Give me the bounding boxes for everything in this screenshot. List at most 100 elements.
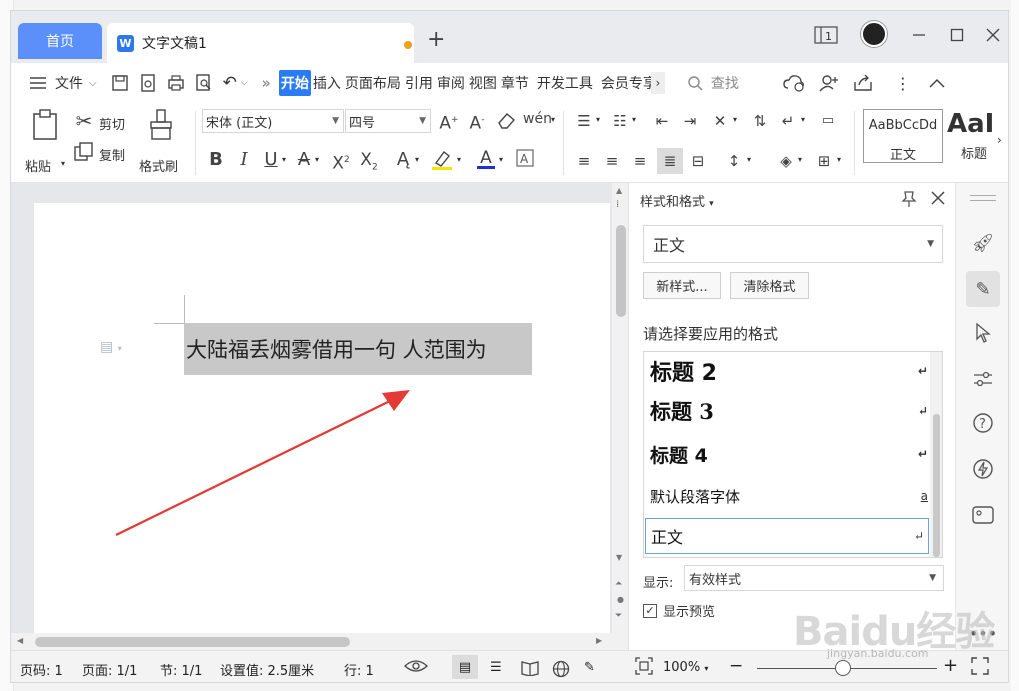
zoom-level[interactable]: 100% ▾ xyxy=(663,660,708,675)
style-item-normal[interactable]: 正文 ↵ xyxy=(645,518,929,554)
zoom-out-icon[interactable]: − xyxy=(729,656,743,676)
align-right-icon[interactable]: ≡ xyxy=(629,151,651,171)
distribute-icon[interactable]: ⊟ xyxy=(687,151,709,171)
search-icon[interactable] xyxy=(685,70,705,96)
web-view-icon[interactable] xyxy=(552,660,570,682)
chevron-down-icon[interactable]: ▾ xyxy=(837,155,841,164)
eye-protect-icon[interactable] xyxy=(404,657,428,679)
writing-mode-icon[interactable]: ✎ xyxy=(584,660,595,675)
cloud-sync-icon[interactable] xyxy=(781,70,807,96)
chevron-down-icon[interactable]: ▾ xyxy=(733,115,737,124)
line-spacing-icon[interactable]: ↕ xyxy=(723,151,745,171)
show-marks-icon[interactable]: ↵ xyxy=(777,111,799,131)
menu-tab-review[interactable]: 审阅 xyxy=(435,70,467,96)
show-filter-select[interactable]: 有效样式 ▼ xyxy=(684,565,944,591)
chevron-down-icon[interactable]: ▾ xyxy=(747,155,751,164)
style-item-heading4[interactable]: 标题 4 ↵ xyxy=(650,439,928,469)
chinese-layout-icon[interactable]: ✕ xyxy=(709,111,731,131)
chevron-down-icon[interactable]: ▾ xyxy=(415,155,419,164)
superscript-icon[interactable]: X2 xyxy=(329,150,353,174)
reading-view-icon[interactable] xyxy=(521,660,539,680)
rocket-icon[interactable]: 🚀︎ xyxy=(969,229,997,257)
bold-icon[interactable]: B xyxy=(207,150,225,170)
close-window-icon[interactable] xyxy=(983,23,1003,47)
fullscreen-icon[interactable] xyxy=(971,657,989,679)
show-preview-row[interactable]: ✓ 显示预览 xyxy=(643,601,715,620)
status-setting-value[interactable]: 设置值: 2.5厘米 xyxy=(220,660,314,679)
clear-format-eraser-icon[interactable] xyxy=(495,111,517,134)
panel-title[interactable]: 样式和格式 ▾ xyxy=(640,191,714,210)
page-view-icon[interactable]: ▤ xyxy=(452,655,478,679)
text-effect-icon[interactable]: Ą xyxy=(393,150,413,170)
chevron-down-icon[interactable]: ▾ xyxy=(632,115,636,124)
status-line[interactable]: 行: 1 xyxy=(344,660,374,679)
menu-tab-section[interactable]: 章节 xyxy=(499,70,531,96)
menu-tab-references[interactable]: 引用 xyxy=(403,70,435,96)
scroll-up-icon[interactable]: ▲ xyxy=(616,186,622,195)
paste-dropdown-icon[interactable]: ▾ xyxy=(61,159,65,168)
print-preview-icon[interactable] xyxy=(193,70,215,96)
font-color-icon[interactable]: A xyxy=(475,148,497,169)
status-section[interactable]: 节: 1/1 xyxy=(160,660,202,679)
undo-icon[interactable]: ↶ xyxy=(221,70,239,96)
fit-page-icon[interactable] xyxy=(635,657,653,679)
scroll-left-icon[interactable]: ◀ xyxy=(17,636,23,645)
chevron-down-icon[interactable]: ▾ xyxy=(315,155,319,164)
close-panel-icon[interactable] xyxy=(931,191,945,209)
status-pages[interactable]: 页面: 1/1 xyxy=(82,660,137,679)
ruler-icon[interactable]: ▭ xyxy=(817,111,839,131)
settings-sliders-icon[interactable] xyxy=(969,365,997,393)
current-style-select[interactable]: 正文 ▼ xyxy=(643,225,943,263)
underline-icon[interactable]: U xyxy=(262,150,280,170)
horizontal-scroll-thumb[interactable] xyxy=(35,637,350,647)
chevron-down-icon[interactable]: ▾ xyxy=(798,155,802,164)
justify-icon[interactable]: ≣ xyxy=(657,148,683,174)
zoom-in-icon[interactable]: + xyxy=(943,655,958,676)
shading-icon[interactable]: ◈ xyxy=(775,151,797,171)
lightning-icon[interactable] xyxy=(969,455,997,483)
print-icon[interactable] xyxy=(165,70,187,96)
tab-home[interactable]: 首页 xyxy=(18,23,102,59)
style-normal-gallery-item[interactable]: AaBbCcDd 正文 xyxy=(863,109,943,163)
scroll-down-icon[interactable]: ▼ xyxy=(616,553,622,562)
share-icon[interactable] xyxy=(851,70,875,96)
bullet-list-icon[interactable]: ☰ xyxy=(573,111,595,131)
scroll-right-icon[interactable]: ▶ xyxy=(596,636,602,645)
style-item-heading2[interactable]: 标题 2 ↵ xyxy=(650,356,928,386)
menu-tab-member[interactable]: 会员专享 xyxy=(599,70,651,96)
document-page[interactable]: ▤ ▾ 大陆福丢烟雾借用一句 人范围为 xyxy=(34,203,610,633)
phonetic-guide-icon[interactable]: wén xyxy=(523,109,552,129)
hamburger-menu-icon[interactable] xyxy=(27,70,49,96)
copy-button[interactable]: 复制 xyxy=(99,145,125,164)
maximize-icon[interactable] xyxy=(947,23,967,47)
copy-icon[interactable] xyxy=(73,142,95,167)
menu-file[interactable]: 文件 xyxy=(53,70,85,96)
style-list-scroll-thumb[interactable] xyxy=(933,414,940,557)
pin-icon[interactable] xyxy=(901,190,917,212)
menu-tab-dev-tools[interactable]: 开发工具 xyxy=(535,70,595,96)
paragraph-handle-icon[interactable]: ▤ ▾ xyxy=(100,339,122,355)
selected-text[interactable]: 大陆福丢烟雾借用一句 人范围为 xyxy=(184,323,532,375)
help-icon[interactable]: ? xyxy=(969,409,997,437)
subscript-icon[interactable]: X2 xyxy=(357,150,381,177)
minimize-icon[interactable] xyxy=(909,23,929,47)
vertical-scroll-thumb[interactable] xyxy=(616,225,626,317)
font-size-select[interactable]: 四号 ▼ xyxy=(345,109,431,133)
style-heading-gallery-item[interactable]: AaI 标题 xyxy=(945,109,999,163)
increase-indent-icon[interactable]: ⇥ xyxy=(679,111,701,131)
clear-format-button[interactable]: 清除格式 xyxy=(730,272,809,299)
chevron-down-icon[interactable]: ▾ xyxy=(499,155,503,164)
add-user-icon[interactable] xyxy=(817,70,841,96)
style-list-scrollbar[interactable] xyxy=(930,352,942,557)
format-painter-label[interactable]: 格式刷 xyxy=(139,156,178,175)
chevron-down-icon[interactable]: ▾ xyxy=(596,115,600,124)
menu-tab-view[interactable]: 视图 xyxy=(467,70,499,96)
image-tool-icon[interactable] xyxy=(969,501,997,529)
format-painter-icon[interactable] xyxy=(145,109,177,146)
strikethrough-icon[interactable]: A xyxy=(294,150,314,170)
status-page-number[interactable]: 页码: 1 xyxy=(20,660,63,679)
new-tab-button[interactable]: + xyxy=(427,29,445,51)
align-center-icon[interactable]: ≡ xyxy=(601,151,623,171)
page-count-icon[interactable]: 1 xyxy=(813,23,839,47)
menu-scroll-right-icon[interactable]: › xyxy=(650,72,665,94)
